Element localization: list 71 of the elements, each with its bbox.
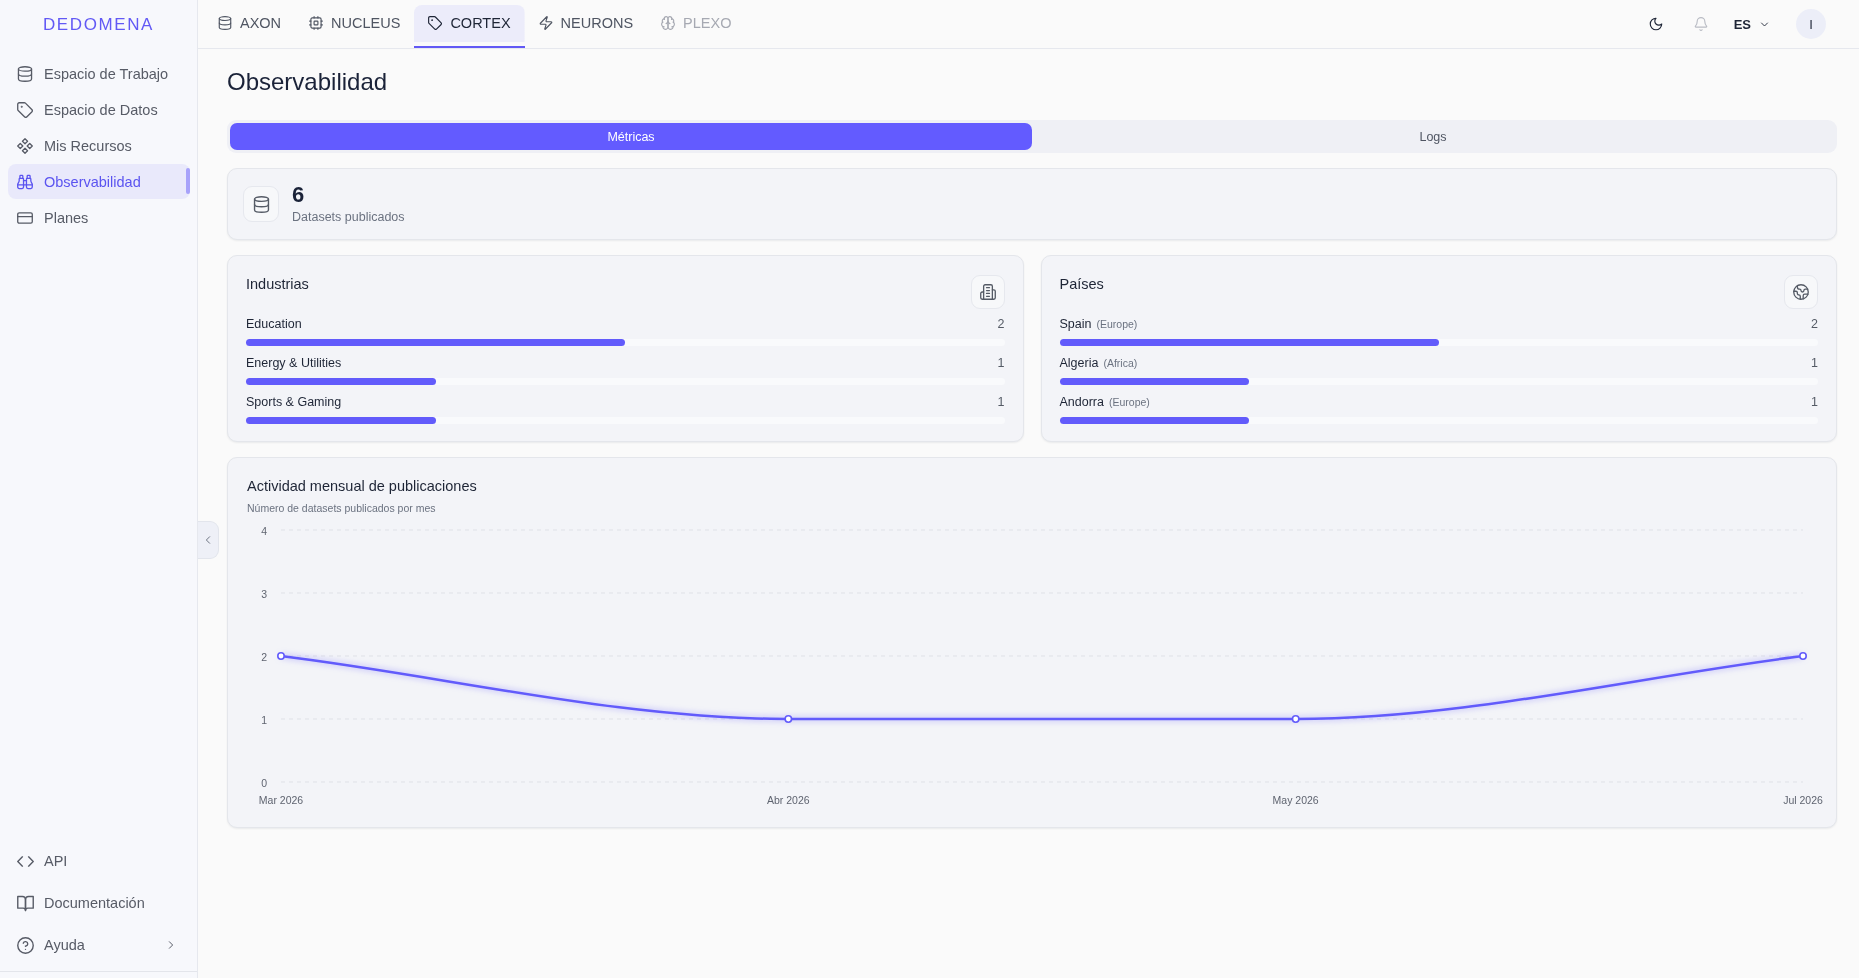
moon-icon xyxy=(1648,17,1663,31)
data-point xyxy=(1799,652,1807,660)
page-title: Observabilidad xyxy=(227,67,388,97)
sidebar-item[interactable]: Observabilidad xyxy=(8,164,190,199)
logo[interactable]: DEDOMENA xyxy=(42,14,154,35)
collapse-button[interactable] xyxy=(198,521,219,559)
data-point xyxy=(277,652,285,660)
card-icon xyxy=(17,209,33,226)
y-tick-label: 1 xyxy=(261,713,267,726)
industry-name: Education xyxy=(246,316,302,333)
globe-icon xyxy=(1784,275,1818,309)
language-selector[interactable]: ES xyxy=(1733,16,1770,32)
book-icon xyxy=(17,894,34,912)
chart-title: Actividad mensual de publicaciones xyxy=(247,477,477,495)
region-label: (Europe) xyxy=(1096,317,1138,332)
country-name: Andorra xyxy=(1059,394,1104,411)
tag-icon xyxy=(428,15,443,30)
chart-subtitle: Número de datasets publicados por mes xyxy=(247,502,436,515)
sidebar-item[interactable]: Mis Recursos xyxy=(8,128,190,163)
sidebar-item[interactable]: API xyxy=(8,840,189,882)
dataset-total: 6 xyxy=(292,183,305,207)
binoculars-icon xyxy=(17,173,33,190)
x-tick-label: May 2026 xyxy=(1272,793,1319,806)
sidebar-item[interactable]: Planes xyxy=(8,200,190,235)
data-point xyxy=(1291,715,1300,723)
industry-name: Sports & Gaming xyxy=(246,394,342,411)
count-label: 1 xyxy=(1811,355,1818,372)
country-name: Algeria xyxy=(1059,355,1099,372)
help-icon xyxy=(17,936,34,954)
y-tick-label: 3 xyxy=(261,587,267,600)
count-label: 1 xyxy=(997,355,1005,372)
tag-icon xyxy=(17,101,33,118)
sidebar-item[interactable]: Ayuda xyxy=(8,924,189,966)
sidebar-item[interactable]: Espacio de Trabajo xyxy=(8,56,190,91)
region-label: (Africa) xyxy=(1103,356,1138,371)
view-tab[interactable]: Logs xyxy=(1032,123,1834,150)
industry-name: Energy & Utilities xyxy=(246,355,342,372)
x-tick-label: Jul 2026 xyxy=(1783,793,1823,806)
sidebar-item[interactable]: Documentación xyxy=(8,882,189,924)
user-avatar[interactable]: I xyxy=(1796,9,1826,39)
region-label: (Europe) xyxy=(1109,395,1150,410)
count-label: 1 xyxy=(1811,394,1818,411)
theme-button[interactable] xyxy=(1648,17,1663,31)
diamonds-icon xyxy=(17,137,33,154)
module-tab[interactable]: NEURONS xyxy=(524,5,648,48)
country-name: Spain xyxy=(1059,316,1092,333)
database-icon xyxy=(17,65,33,82)
y-tick-label: 2 xyxy=(261,650,267,663)
chip-icon xyxy=(309,15,324,30)
y-tick-label: 4 xyxy=(261,524,267,537)
sidebar-item[interactable]: Espacio de Datos xyxy=(8,92,190,127)
count-label: 1 xyxy=(997,394,1005,411)
bell-icon xyxy=(1693,17,1708,31)
module-tab[interactable]: CORTEX xyxy=(414,5,525,48)
module-tab[interactable]: NUCLEUS xyxy=(295,5,415,48)
count-label: 2 xyxy=(997,316,1005,333)
building-icon xyxy=(970,275,1005,309)
x-tick-label: Mar 2026 xyxy=(258,793,304,806)
data-point xyxy=(784,715,793,723)
lightning-icon xyxy=(538,15,553,30)
card-title: Países xyxy=(1059,275,1104,293)
y-tick-label: 0 xyxy=(261,776,267,789)
module-tab[interactable]: AXON xyxy=(204,5,296,48)
database-icon xyxy=(218,15,232,30)
database-icon xyxy=(243,186,279,222)
summary-label: Datasets publicados xyxy=(292,209,405,225)
card-title: Industrias xyxy=(246,275,309,293)
brain-icon xyxy=(661,15,676,30)
x-tick-label: Abr 2026 xyxy=(767,793,810,806)
view-tab[interactable]: Métricas xyxy=(230,123,1032,150)
count-label: 2 xyxy=(1811,316,1818,333)
